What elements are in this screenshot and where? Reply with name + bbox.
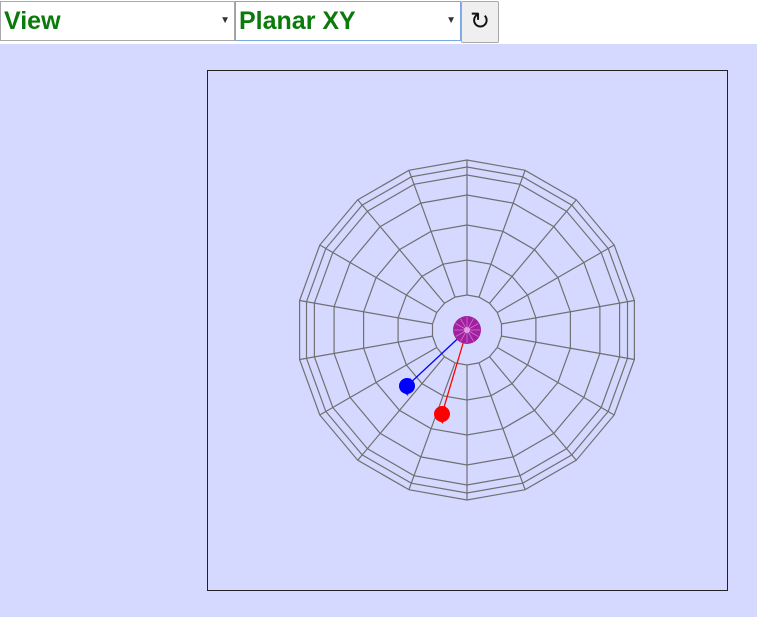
mesh-spoke xyxy=(408,362,456,490)
mesh-spoke xyxy=(496,346,615,416)
view-select-value: View xyxy=(4,7,61,35)
center-sphere xyxy=(453,316,481,344)
3d-canvas[interactable] xyxy=(207,70,728,591)
mesh-spoke xyxy=(357,199,445,304)
viewport-area xyxy=(0,44,757,617)
view-select[interactable]: View ▼ xyxy=(0,1,235,41)
mesh-spoke xyxy=(357,356,445,461)
mesh-spoke xyxy=(496,244,615,314)
scene-svg xyxy=(298,159,635,501)
chevron-down-icon: ▼ xyxy=(446,15,456,26)
center-sphere-highlight xyxy=(464,327,470,333)
vectors xyxy=(399,329,468,424)
mesh-spoke xyxy=(478,362,526,490)
mesh-spoke xyxy=(319,346,438,416)
reset-view-button[interactable]: ↻ xyxy=(461,1,499,43)
projection-mode-select[interactable]: Planar XY ▼ xyxy=(235,1,461,41)
rotate-icon: ↻ xyxy=(469,8,491,35)
mesh-spoke xyxy=(489,356,577,461)
mesh-spoke xyxy=(489,199,577,304)
mesh-spoke xyxy=(478,170,526,298)
mesh-spoke xyxy=(319,244,438,314)
projection-mode-value: Planar XY xyxy=(239,7,356,35)
mesh-spoke xyxy=(408,170,456,298)
toolbar: View ▼ Planar XY ▼ ↻ xyxy=(0,0,757,44)
chevron-down-icon: ▼ xyxy=(220,15,230,26)
